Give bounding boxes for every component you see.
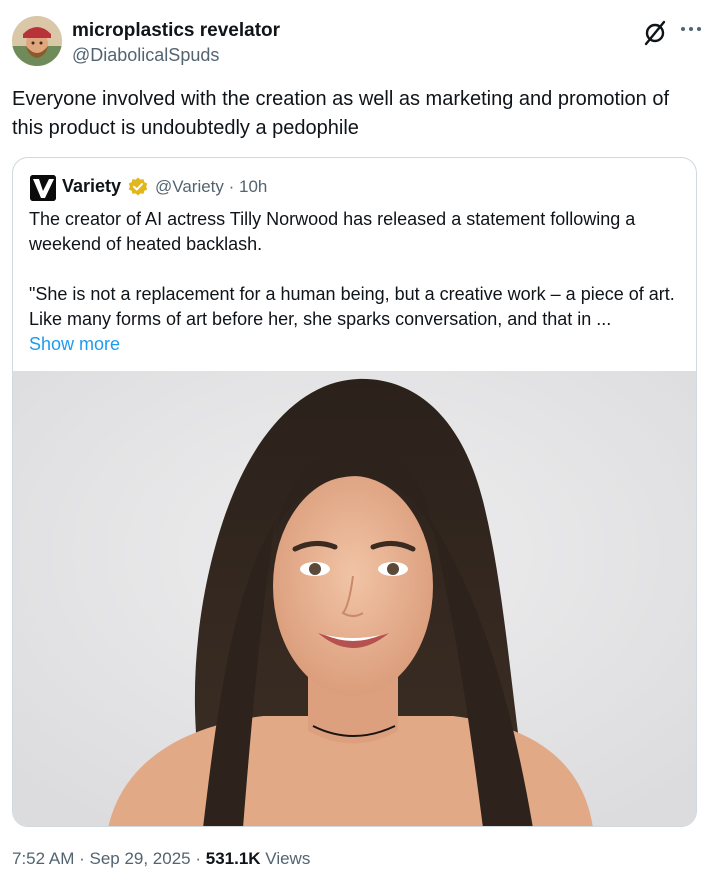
- views-count[interactable]: 531.1K: [206, 849, 261, 868]
- tweet-text: Everyone involved with the creation as w…: [12, 88, 670, 139]
- quoted-author-name[interactable]: Variety: [62, 176, 121, 197]
- show-more-link[interactable]: Show more: [29, 332, 679, 357]
- timestamp[interactable]: 7:52 AM · Sep 29, 2025 ·: [12, 849, 206, 868]
- quoted-paragraph-2: "She is not a replacement for a human be…: [29, 284, 675, 329]
- quoted-media-image[interactable]: [13, 371, 696, 826]
- quoted-tweet-text: The creator of AI actress Tilly Norwood …: [29, 207, 679, 357]
- quoted-paragraph-1: The creator of AI actress Tilly Norwood …: [29, 209, 636, 254]
- quoted-handle-time[interactable]: @Variety · 10h: [155, 177, 267, 197]
- views-label: Views: [260, 849, 311, 868]
- grok-icon[interactable]: [640, 18, 670, 48]
- author-handle[interactable]: @DiabolicalSpuds: [72, 45, 219, 66]
- variety-logo-icon[interactable]: [30, 175, 56, 201]
- more-options-icon[interactable]: [678, 18, 704, 44]
- avatar[interactable]: [12, 16, 62, 66]
- author-display-name[interactable]: microplastics revelator: [72, 20, 280, 42]
- quoted-tweet-card[interactable]: Variety @Variety · 10h The creator of AI…: [12, 157, 697, 827]
- verified-badge-icon: [127, 176, 149, 198]
- tweet-footer: 7:52 AM · Sep 29, 2025 · 531.1K Views: [12, 849, 310, 869]
